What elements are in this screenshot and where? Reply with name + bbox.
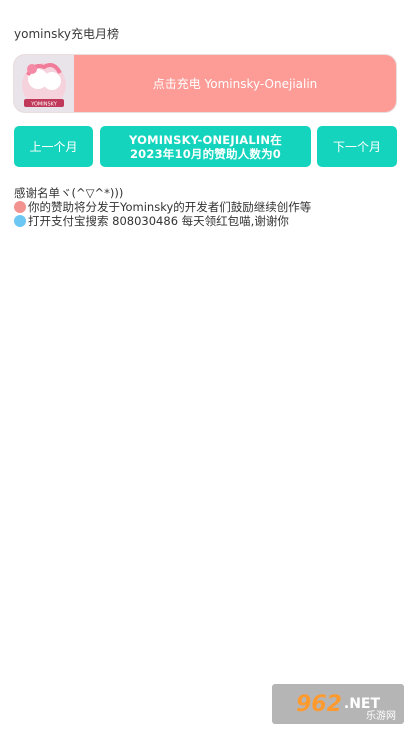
charge-button-label: 点击充电 Yominsky-Onejialin [152, 77, 318, 91]
summary-line-2: 2023年10月的赞助人数为0 [129, 146, 281, 161]
thanks-line-2-text: 打开支付宝搜索 808030486 每天领红包喵,谢谢你 [28, 214, 289, 228]
avatar-caption: YOMINSKY [30, 102, 58, 108]
pink-dot-icon [14, 201, 26, 213]
thanks-section: 感谢名单ヾ(^▽^*))) 你的赞助将分发于Yominsky的开发者们鼓励继续创… [14, 186, 311, 228]
month-navigation: 上一个月 YOMINSKY-ONEJIALIN在 2023年10月的赞助人数为0… [14, 126, 397, 167]
summary-line-1: YOMINSKY-ONEJIALIN在 [129, 132, 282, 147]
page-title: yominsky充电月榜 [14, 27, 119, 41]
watermark-brand: 962 [295, 691, 342, 717]
watermark-sub: 乐游网 [366, 711, 396, 722]
previous-month-button[interactable]: 上一个月 [14, 126, 93, 167]
thanks-heading: 感谢名单ヾ(^▽^*))) [14, 186, 124, 200]
site-watermark: 962 .NET 乐游网 [272, 684, 404, 724]
avatar-image: YOMINSKY [14, 55, 74, 112]
next-month-button[interactable]: 下一个月 [317, 126, 397, 167]
charge-card-button[interactable]: YOMINSKY 点击充电 Yominsky-Onejialin [13, 54, 397, 113]
sponsor-count-summary[interactable]: YOMINSKY-ONEJIALIN在 2023年10月的赞助人数为0 [100, 126, 311, 167]
blue-dot-icon [14, 215, 26, 227]
charge-ranking-page: yominsky充电月榜 YOMINSKY 点击充电 Yominsky-Onej… [0, 0, 411, 732]
thanks-line-1: 你的赞助将分发于Yominsky的开发者们鼓励继续创作等 [14, 200, 311, 214]
avatar: YOMINSKY [14, 55, 74, 112]
thanks-line-1-text: 你的赞助将分发于Yominsky的开发者们鼓励继续创作等 [28, 200, 312, 214]
thanks-line-2: 打开支付宝搜索 808030486 每天领红包喵,谢谢你 [14, 214, 311, 228]
